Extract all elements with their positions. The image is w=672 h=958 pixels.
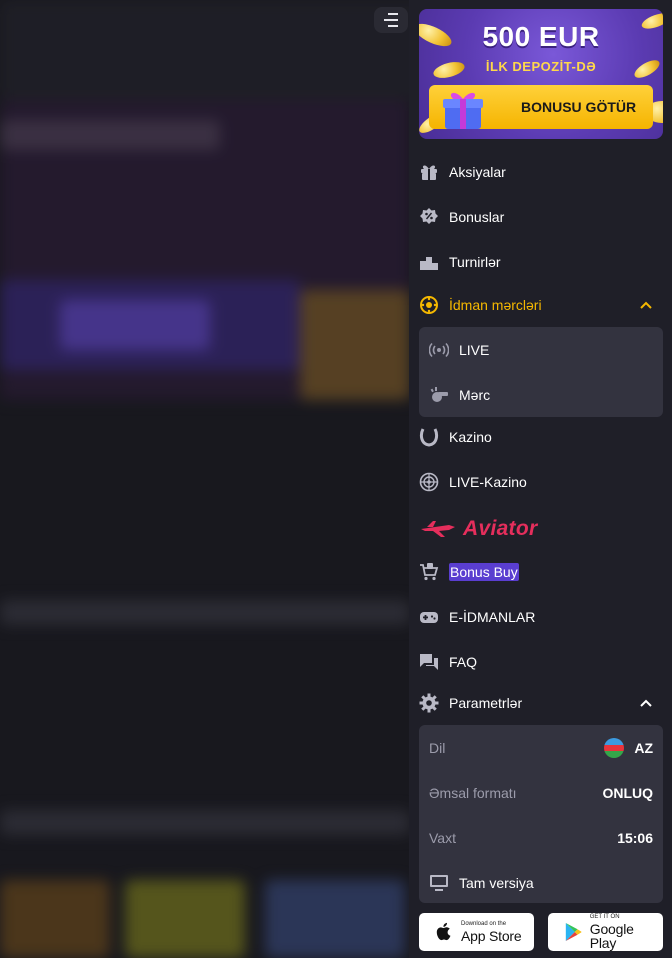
- gear-icon: [419, 693, 439, 713]
- nav-item-label: Kazino: [449, 429, 492, 445]
- nav-item-label: Aksiyalar: [449, 164, 506, 180]
- percent-badge-icon: [419, 207, 439, 227]
- nav-item-label: İdman mərcləri: [449, 297, 542, 313]
- podium-icon: [419, 252, 439, 272]
- sports-submenu: LIVE Mərc: [419, 327, 663, 417]
- side-menu-panel: 500 EUR İLK DEPOZİT-DƏ BONUSU GÖTÜR Aksi…: [409, 0, 672, 958]
- azerbaijan-flag-icon: [604, 737, 625, 758]
- promo-banner[interactable]: 500 EUR İLK DEPOZİT-DƏ BONUSU GÖTÜR: [419, 9, 663, 139]
- chevron-up-icon[interactable]: [638, 695, 654, 711]
- airplane-icon: [421, 521, 455, 537]
- nav-item-label: Parametrlər: [449, 695, 523, 711]
- hamburger-icon: [384, 11, 398, 29]
- gamepad-icon: [419, 607, 439, 627]
- nav-item-label: E-İDMANLAR: [449, 609, 536, 625]
- app-store-big-text: App Store: [461, 928, 522, 944]
- cart-icon: [419, 562, 439, 582]
- nav-item-sports-betting[interactable]: İdman mərcləri: [409, 283, 672, 327]
- submenu-item-bet[interactable]: Mərc: [419, 372, 663, 417]
- menu-toggle-button[interactable]: [374, 7, 408, 33]
- nav-item-casino[interactable]: Kazino: [409, 415, 672, 459]
- claim-bonus-label: BONUSU GÖTÜR: [521, 99, 637, 115]
- time-row[interactable]: Vaxt 15:06: [419, 815, 663, 860]
- whistle-icon: [429, 385, 449, 405]
- submenu-item-label: Mərc: [459, 386, 491, 403]
- nav-item-label: FAQ: [449, 654, 478, 670]
- gift-box-icon: [443, 92, 483, 129]
- nav-item-aviator[interactable]: Aviator: [419, 513, 537, 545]
- sports-ball-icon: [419, 295, 439, 315]
- nav-item-settings[interactable]: Parametrlər: [409, 681, 672, 725]
- odds-format-row[interactable]: Əmsal formatı ONLUQ: [419, 770, 663, 815]
- nav-item-label: Bonuslar: [449, 209, 505, 225]
- monitor-icon: [430, 874, 448, 891]
- google-play-big-text: Google Play: [589, 921, 634, 951]
- google-play-small-text: GET IT ON: [589, 914, 620, 920]
- google-play-icon: [562, 921, 584, 943]
- full-version-row[interactable]: Tam versiya: [419, 860, 663, 905]
- app-store-button[interactable]: Download on the App Store: [419, 913, 534, 951]
- settings-panel: Dil AZ Əmsal formatı ONLUQ Vaxt 15:06 Ta…: [419, 725, 663, 903]
- gift-icon: [419, 162, 439, 182]
- nav-item-label: Turnirlər: [449, 254, 501, 270]
- nav-item-faq[interactable]: FAQ: [409, 640, 672, 684]
- time-label: Vaxt: [429, 829, 456, 846]
- nav-item-label: LIVE-Kazino: [449, 474, 527, 490]
- apple-icon: [433, 921, 455, 943]
- app-store-small-text: Download on the: [461, 921, 507, 927]
- broadcast-icon: [429, 340, 449, 360]
- submenu-item-label: LIVE: [459, 341, 490, 358]
- nav-item-bonuses[interactable]: Bonuslar: [409, 195, 672, 239]
- background-dim-overlay[interactable]: [0, 0, 410, 958]
- nav-item-tournaments[interactable]: Turnirlər: [409, 240, 672, 284]
- nav-item-bonus-buy[interactable]: Bonus Buy: [409, 550, 672, 594]
- language-row[interactable]: Dil AZ: [419, 725, 663, 770]
- full-version-label: Tam versiya: [459, 874, 534, 891]
- chat-icon: [419, 652, 439, 672]
- odds-format-label: Əmsal formatı: [429, 784, 517, 801]
- odds-format-value: ONLUQ: [602, 784, 653, 801]
- app-store-badges: Download on the App Store GET IT ON Goog…: [419, 913, 663, 951]
- language-label: Dil: [429, 739, 446, 756]
- language-value: AZ: [634, 739, 653, 756]
- roulette-icon: [419, 472, 439, 492]
- nav-item-live-casino[interactable]: LIVE-Kazino: [409, 460, 672, 504]
- nav-item-esports[interactable]: E-İDMANLAR: [409, 595, 672, 639]
- submenu-item-live[interactable]: LIVE: [419, 327, 663, 372]
- horseshoe-icon: [419, 427, 439, 447]
- aviator-label: Aviator: [463, 517, 538, 540]
- chevron-up-icon[interactable]: [638, 297, 654, 313]
- nav-item-promotions[interactable]: Aksiyalar: [409, 150, 672, 194]
- google-play-button[interactable]: GET IT ON Google Play: [548, 913, 663, 951]
- promo-subtitle: İLK DEPOZİT-DƏ: [485, 59, 597, 74]
- time-value: 15:06: [617, 829, 653, 846]
- nav-item-label: Bonus Buy: [449, 563, 519, 581]
- promo-amount: 500 EUR: [482, 21, 600, 52]
